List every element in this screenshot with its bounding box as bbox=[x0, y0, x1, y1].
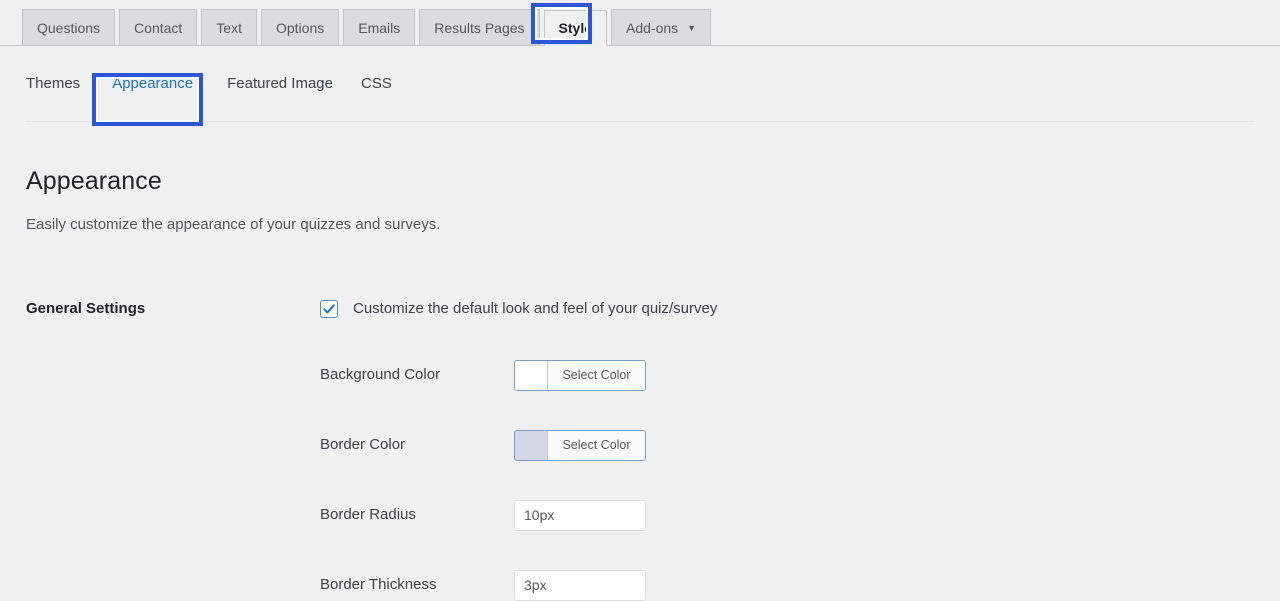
field-row-border-color: Border Color Select Color bbox=[320, 429, 1254, 461]
tab-label: Results Pages bbox=[434, 19, 525, 36]
customize-look-checkbox[interactable] bbox=[320, 300, 338, 318]
border-thickness-label: Border Thickness bbox=[320, 576, 437, 593]
subtab-label: Appearance bbox=[112, 74, 194, 92]
checkmark-icon bbox=[323, 304, 335, 314]
background-color-picker-label: Select Color bbox=[548, 360, 645, 390]
secondary-tab-bar-wrapper: Themes Appearance Featured Image CSS bbox=[0, 46, 1280, 122]
main-content: Appearance Easily customize the appearan… bbox=[0, 166, 1280, 601]
field-row-border-thickness: Border Thickness bbox=[320, 569, 1254, 601]
field-row-border-radius: Border Radius bbox=[320, 499, 1254, 531]
background-color-label: Background Color bbox=[320, 366, 441, 383]
background-color-swatch bbox=[515, 360, 548, 390]
border-color-label: Border Color bbox=[320, 436, 406, 453]
tab-add-ons[interactable]: Add-ons ▼ bbox=[611, 9, 712, 45]
subtab-appearance[interactable]: Appearance bbox=[112, 69, 193, 99]
subtab-label: Featured Image bbox=[227, 74, 333, 92]
section-heading-general-settings: General Settings bbox=[26, 300, 146, 317]
primary-tab-bar: Questions Contact Text Options Emails Re… bbox=[0, 0, 1280, 46]
border-color-picker-button[interactable]: Select Color bbox=[514, 429, 646, 461]
general-settings-label-column: General Settings bbox=[26, 298, 320, 600]
subtab-themes[interactable]: Themes bbox=[26, 69, 80, 99]
border-thickness-input[interactable] bbox=[514, 569, 646, 601]
customize-look-checkbox-label[interactable]: Customize the default look and feel of y… bbox=[353, 300, 717, 318]
tab-label: Add-ons bbox=[626, 19, 679, 36]
subtab-label: CSS bbox=[361, 74, 392, 92]
field-row-background-color: Background Color Select Color bbox=[320, 359, 1254, 391]
subtab-css[interactable]: CSS bbox=[361, 69, 392, 99]
subtab-featured-image[interactable]: Featured Image bbox=[227, 69, 333, 99]
tab-emails[interactable]: Emails bbox=[343, 9, 416, 45]
background-color-picker-button[interactable]: Select Color bbox=[514, 359, 646, 391]
general-settings-fields-column: Customize the default look and feel of y… bbox=[320, 298, 1254, 601]
tab-label: Contact bbox=[134, 19, 183, 36]
tab-label: Questions bbox=[37, 19, 101, 36]
tab-label: Options bbox=[275, 19, 325, 36]
tab-questions[interactable]: Questions bbox=[22, 9, 116, 45]
border-color-picker-label: Select Color bbox=[548, 430, 645, 460]
tab-label: Text bbox=[216, 19, 242, 36]
general-settings-section: General Settings Customize the default l… bbox=[26, 298, 1254, 601]
tab-style[interactable]: Style bbox=[543, 10, 607, 46]
chevron-down-icon: ▼ bbox=[687, 23, 697, 33]
border-radius-input[interactable] bbox=[514, 499, 646, 531]
subtab-label: Themes bbox=[26, 74, 81, 92]
tab-label: Emails bbox=[358, 19, 401, 36]
border-radius-label: Border Radius bbox=[320, 506, 416, 523]
tab-label: Style bbox=[558, 20, 592, 36]
border-color-swatch bbox=[515, 430, 548, 460]
secondary-tab-bar: Themes Appearance Featured Image CSS bbox=[26, 46, 1254, 122]
page-subtitle: Easily customize the appearance of your … bbox=[26, 216, 441, 233]
customize-look-row: Customize the default look and feel of y… bbox=[320, 298, 1254, 320]
tab-text[interactable]: Text bbox=[201, 9, 257, 45]
page-title: Appearance bbox=[26, 167, 162, 195]
tab-results-pages[interactable]: Results Pages bbox=[419, 9, 540, 45]
tab-options[interactable]: Options bbox=[260, 9, 340, 45]
tab-contact[interactable]: Contact bbox=[119, 9, 198, 45]
